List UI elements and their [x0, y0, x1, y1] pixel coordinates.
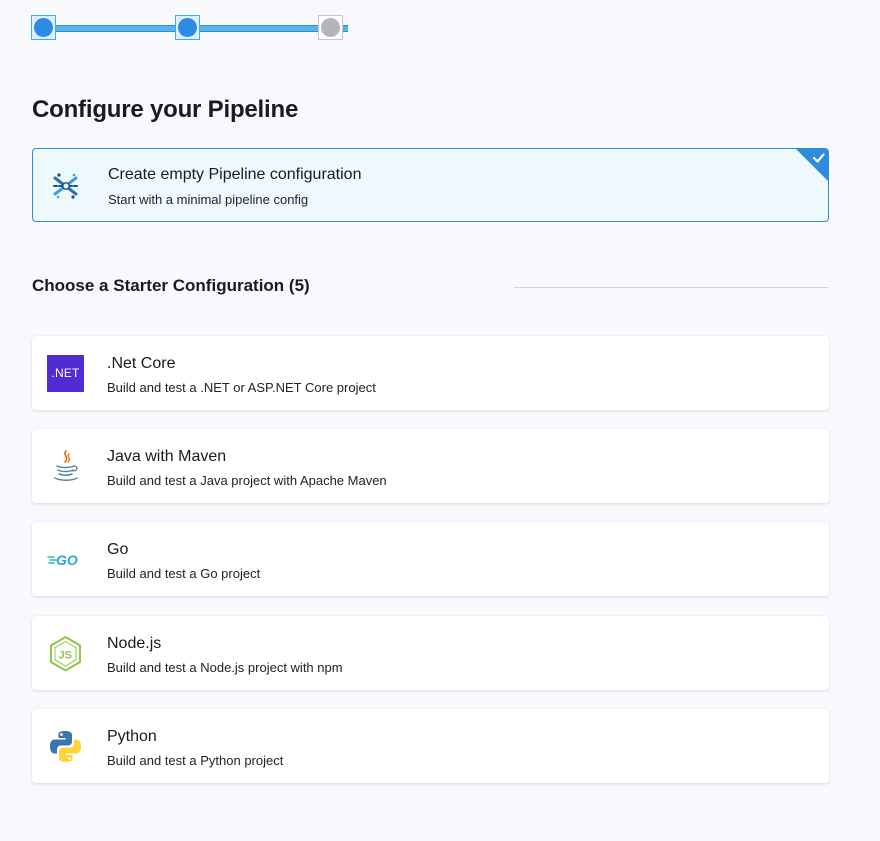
empty-pipeline-subtitle: Start with a minimal pipeline config: [108, 192, 309, 207]
empty-pipeline-card[interactable]: Create empty Pipeline configuration Star…: [32, 148, 829, 222]
section-divider: [514, 287, 828, 288]
stepper-step-1[interactable]: [31, 15, 56, 40]
starter-description: Build and test a .NET or ASP.NET Core pr…: [107, 380, 376, 395]
starter-description: Build and test a Python project: [107, 753, 284, 768]
nodejs-logo: JS: [50, 635, 81, 672]
starter-card-nodejs[interactable]: JS Node.js Build and test a Node.js proj…: [32, 616, 829, 690]
starter-description: Build and test a Java project with Apach…: [107, 473, 387, 488]
empty-pipeline-title: Create empty Pipeline configuration: [108, 166, 362, 183]
starter-name: Java with Maven: [107, 448, 227, 465]
starter-name: Python: [107, 728, 157, 745]
pipeline-config-page: Configure your Pipeline Create empty Pip…: [0, 0, 880, 841]
starter-name: .Net Core: [107, 355, 176, 372]
stepper-step-2[interactable]: [175, 15, 200, 40]
starter-description: Build and test a Node.js project with np…: [107, 660, 343, 675]
starter-card-go[interactable]: GO Go Build and test a Go project: [32, 522, 829, 596]
python-logo: [50, 731, 81, 762]
nodejs-logo-text: JS: [59, 650, 72, 662]
starter-description: Build and test a Go project: [107, 566, 261, 581]
go-logo-text: GO: [56, 552, 78, 568]
page-title: Configure your Pipeline: [32, 96, 299, 123]
go-logo: GO: [47, 552, 78, 568]
starter-card-dotnet[interactable]: .NET .Net Core Build and test a .NET or …: [32, 336, 829, 410]
java-logo: [54, 450, 78, 481]
starter-card-python[interactable]: Python Build and test a Python project: [32, 709, 829, 783]
dotnet-logo: .NET: [47, 355, 84, 392]
starter-name: Go: [107, 541, 129, 558]
selected-check-icon: [796, 149, 828, 181]
progress-stepper: [30, 13, 348, 43]
starter-section-title: Choose a Starter Configuration (5): [32, 276, 310, 295]
starter-card-java-maven[interactable]: Java with Maven Build and test a Java pr…: [32, 429, 829, 503]
stepper-step-3[interactable]: [318, 15, 343, 40]
pipeline-icon: [53, 173, 79, 199]
starter-name: Node.js: [107, 635, 162, 652]
